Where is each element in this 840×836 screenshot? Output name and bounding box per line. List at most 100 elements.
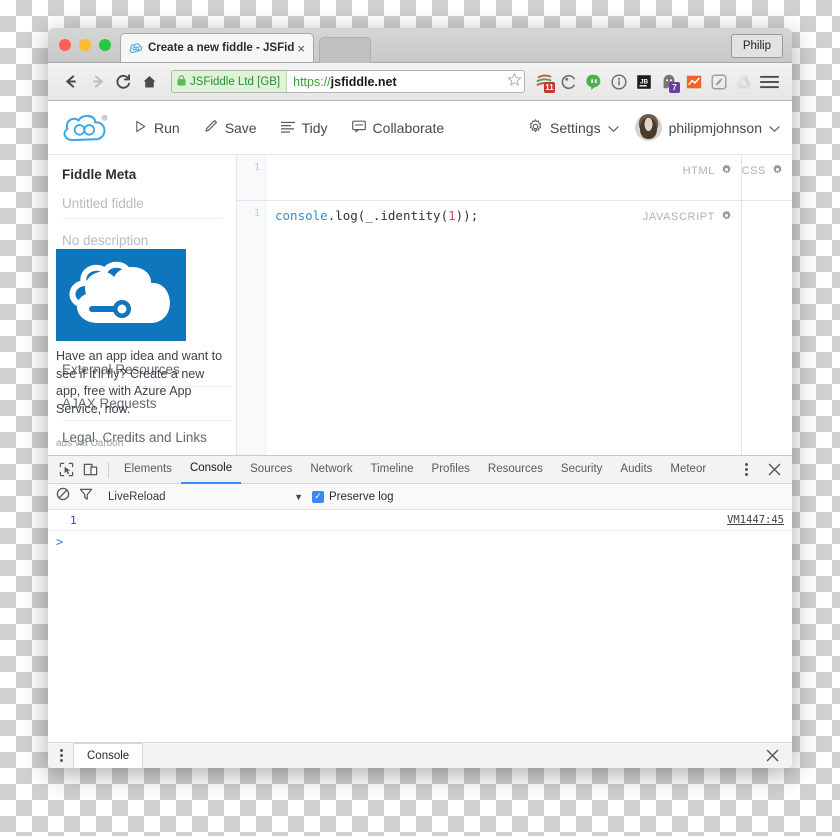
chevron-down-icon <box>607 120 619 136</box>
devtools-tab-audits[interactable]: Audits <box>611 456 661 483</box>
devtools-tab-security[interactable]: Security <box>552 456 612 483</box>
javascript-editor-pane[interactable]: 1 console.log(_.identity(1)); JAVASCRIPT <box>237 201 741 457</box>
pencil-icon <box>204 119 218 136</box>
filter-icon[interactable] <box>79 487 93 506</box>
inspect-element-icon[interactable] <box>54 458 78 482</box>
javascript-label-text: JAVASCRIPT <box>642 211 715 223</box>
new-tab-button[interactable] <box>319 37 371 63</box>
azure-cloud-ad-image[interactable] <box>56 249 186 341</box>
carbon-ad-attribution[interactable]: ads via Carbon <box>56 438 186 449</box>
chevron-down-icon: ▼ <box>294 491 303 502</box>
device-toolbar-icon[interactable] <box>78 458 102 482</box>
tidy-button[interactable]: Tidy <box>280 119 328 136</box>
devtools-close-icon[interactable] <box>762 458 786 482</box>
console-filter-bar: LiveReload ▼ ✓ Preserve log <box>48 484 792 510</box>
close-tab-button[interactable]: × <box>295 42 307 55</box>
refresh-extension-icon[interactable] <box>557 69 581 95</box>
ev-certificate-text: JSFiddle Ltd [GB] <box>190 75 281 88</box>
drawer-tab-console[interactable]: Console <box>73 742 144 768</box>
back-button[interactable] <box>58 69 84 95</box>
settings-menu[interactable]: Settings <box>528 118 619 137</box>
devtools-tab-elements[interactable]: Elements <box>115 456 181 483</box>
collaborate-button[interactable]: Collaborate <box>351 120 444 136</box>
devtools-tab-timeline[interactable]: Timeline <box>362 456 423 483</box>
settings-label: Settings <box>550 119 601 136</box>
gear-icon[interactable] <box>721 210 732 224</box>
css-editor-pane[interactable]: CSS <box>742 155 792 201</box>
devtools-tab-meteor[interactable]: Meteor <box>661 456 715 483</box>
drawer-more-menu-icon[interactable] <box>56 749 67 762</box>
maximize-window-button[interactable] <box>99 39 111 51</box>
adblock-badge-count: 11 <box>544 81 555 93</box>
preserve-log-checkbox[interactable]: ✓ <box>312 490 324 503</box>
address-bar-url: https://jsfiddle.net <box>287 75 397 89</box>
gear-icon[interactable] <box>721 164 732 178</box>
save-button[interactable]: Save <box>204 119 257 136</box>
browser-tab-active[interactable]: Create a new fiddle - JSFid × <box>120 33 314 62</box>
devtools-separator <box>108 461 109 478</box>
console-log-source-link[interactable]: VM1447:45 <box>727 514 784 526</box>
editor-column-css: CSS <box>741 155 792 457</box>
chat-icon <box>351 120 366 136</box>
devtools-tab-profiles[interactable]: Profiles <box>423 456 479 483</box>
browser-profile-button[interactable]: Philip <box>730 34 783 58</box>
devtools-tab-network[interactable]: Network <box>301 456 361 483</box>
devtools-tab-resources[interactable]: Resources <box>479 456 552 483</box>
css-label-text: CSS <box>742 165 766 177</box>
save-label: Save <box>224 119 257 136</box>
console-log-value: 1 <box>70 513 77 527</box>
minimize-window-button[interactable] <box>79 39 91 51</box>
ev-certificate-badge[interactable]: JSFiddle Ltd [GB] <box>172 71 288 92</box>
console-output[interactable]: 1 VM1447:45 > <box>48 510 792 742</box>
drive-extension-icon[interactable] <box>732 69 756 95</box>
html-editor-pane[interactable]: 1 HTML <box>237 155 741 201</box>
console-prompt[interactable]: > <box>48 531 792 553</box>
address-bar[interactable]: JSFiddle Ltd [GB] https://jsfiddle.net <box>171 70 525 93</box>
html-code-area[interactable] <box>237 155 741 161</box>
adblock-extension-icon[interactable]: 11 <box>532 69 556 95</box>
devtools-tab-sources[interactable]: Sources <box>241 456 301 483</box>
css-pane-label: CSS <box>742 164 783 178</box>
html-pane-label: HTML <box>683 164 732 178</box>
gear-icon[interactable] <box>772 164 783 178</box>
home-button[interactable] <box>136 69 162 95</box>
hangouts-extension-icon[interactable] <box>582 69 606 95</box>
fiddle-title-input[interactable]: Untitled fiddle <box>62 196 222 219</box>
browser-tab-title: Create a new fiddle - JSFid <box>148 42 295 54</box>
user-avatar <box>634 114 662 141</box>
html-label-text: HTML <box>682 165 715 177</box>
preserve-log-label: Preserve log <box>329 490 394 503</box>
jetbrains-extension-icon[interactable]: JB <box>632 69 656 95</box>
reload-button[interactable] <box>110 69 136 95</box>
devtools-more-menu-icon[interactable] <box>730 458 762 482</box>
browser-window: Create a new fiddle - JSFid × Philip JSF… <box>48 28 792 768</box>
analytics-extension-icon[interactable] <box>682 69 706 95</box>
console-log-row[interactable]: 1 VM1447:45 <box>48 510 792 531</box>
chevron-down-icon <box>769 120 780 136</box>
devtools-tab-console[interactable]: Console <box>180 455 242 484</box>
clear-console-icon[interactable] <box>56 487 70 506</box>
code-token-console: console <box>275 208 328 223</box>
editor-panels: 1 HTML 1 console.log(_.identity(1)); JAV… <box>237 155 792 457</box>
css-editor-body[interactable] <box>742 201 792 457</box>
info-extension-icon[interactable] <box>607 69 631 95</box>
run-button[interactable]: Run <box>134 120 180 136</box>
hamburger-menu-icon[interactable] <box>756 75 782 89</box>
user-account-menu[interactable]: philipmjohnson <box>634 114 780 141</box>
ghost-extension-icon[interactable]: 7 <box>657 69 681 95</box>
close-window-button[interactable] <box>59 39 71 51</box>
carbon-ad[interactable]: Have an app idea and want to see if it'l… <box>56 249 222 449</box>
code-token-number: 1 <box>448 208 456 223</box>
jsfiddle-cloud-logo[interactable] <box>60 112 112 144</box>
tidy-label: Tidy <box>301 119 328 136</box>
forward-button[interactable] <box>84 69 110 95</box>
console-context-select[interactable]: LiveReload ▼ <box>108 491 303 503</box>
editor-column-main: 1 HTML 1 console.log(_.identity(1)); JAV… <box>237 155 741 457</box>
carbon-ad-copy[interactable]: Have an app idea and want to see if it'l… <box>56 348 224 418</box>
comet-extension-icon[interactable] <box>707 69 731 95</box>
jsfiddle-workarea: Fiddle Meta Untitled fiddle No descripti… <box>48 155 792 457</box>
url-scheme: https:// <box>293 74 331 89</box>
preserve-log-toggle[interactable]: ✓ Preserve log <box>312 490 394 503</box>
star-icon[interactable] <box>507 71 522 92</box>
drawer-close-icon[interactable] <box>760 744 784 768</box>
